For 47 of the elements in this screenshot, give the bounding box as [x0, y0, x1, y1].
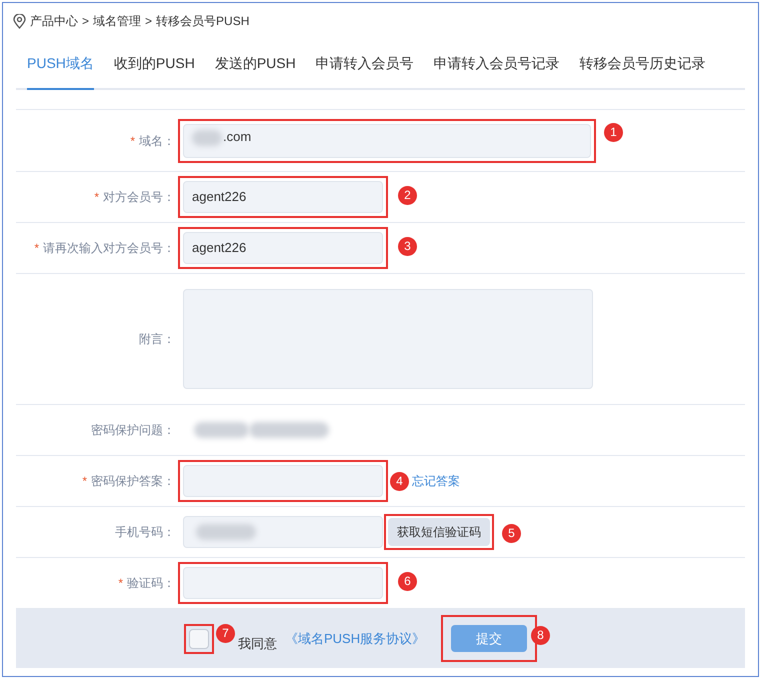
number-marker: 4	[390, 472, 409, 490]
number-marker: 3	[398, 237, 417, 256]
agree-checkbox[interactable]	[189, 628, 209, 648]
number-marker: 6	[398, 572, 417, 591]
agree-text: 我同意	[238, 634, 277, 653]
required-mark: *	[118, 575, 123, 592]
blurred-text	[196, 524, 256, 540]
forgot-answer-link[interactable]: 忘记答案	[412, 472, 460, 490]
field-label: 手机号码：	[115, 524, 175, 541]
breadcrumb-item[interactable]: 域名管理	[93, 12, 142, 30]
field-label: 请再次输入对方会员号：	[43, 240, 175, 257]
required-mark: *	[94, 189, 99, 206]
input-field[interactable]	[183, 567, 383, 599]
breadcrumb-item[interactable]: 产品中心	[30, 12, 78, 30]
number-marker: 2	[398, 186, 417, 205]
tab[interactable]: 发送的PUSH	[214, 39, 296, 90]
tab[interactable]: 收到的PUSH	[114, 39, 195, 90]
location-pin-icon	[13, 14, 26, 28]
breadcrumb-separator: >	[82, 13, 90, 30]
input-field[interactable]: agent226	[183, 232, 383, 264]
domain-value: .com	[223, 128, 252, 146]
input-field[interactable]	[183, 465, 383, 497]
number-marker: 5	[502, 524, 521, 543]
required-mark: *	[34, 240, 39, 257]
input-field[interactable]: agent226	[183, 181, 383, 213]
number-marker: 1	[604, 122, 623, 142]
message-field[interactable]	[183, 289, 593, 389]
input-value: agent226	[192, 188, 246, 206]
domain-field[interactable]: .com	[183, 124, 591, 158]
number-marker: 8	[531, 626, 550, 645]
number-marker: 7	[216, 624, 235, 643]
field-label: 对方会员号：	[103, 189, 175, 206]
breadcrumb-separator: >	[145, 13, 152, 30]
field-label: 密码保护答案：	[91, 473, 175, 490]
input-value: agent226	[192, 239, 246, 258]
field-label: 附言：	[139, 331, 175, 348]
field-label: 域名：	[139, 132, 175, 150]
required-mark: *	[82, 473, 87, 490]
get-sms-code-button[interactable]: 获取短信验证码	[388, 518, 490, 546]
tab[interactable]: 申请转入会员号记录	[434, 39, 560, 90]
breadcrumb-item: 转移会员号PUSH	[156, 13, 250, 30]
tab[interactable]: 申请转入会员号	[316, 39, 414, 90]
tab[interactable]: PUSH域名	[27, 39, 94, 90]
field-label: 验证码：	[127, 575, 175, 592]
required-mark: *	[130, 132, 135, 150]
field-label: 密码保护问题：	[91, 422, 175, 439]
tab[interactable]: 转移会员号历史记录	[580, 39, 706, 90]
